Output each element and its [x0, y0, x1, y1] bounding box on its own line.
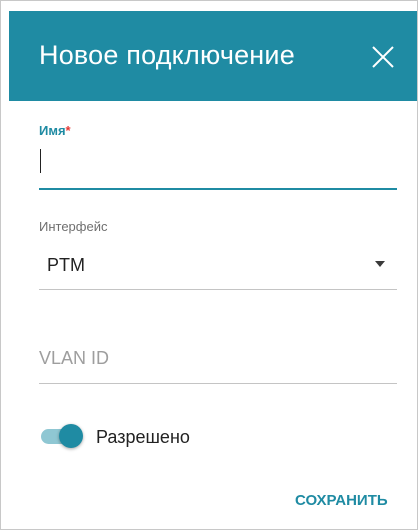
- name-input[interactable]: [39, 145, 397, 179]
- vlan-id-field: [39, 339, 397, 387]
- name-label-text: Имя: [39, 123, 66, 138]
- vlan-id-input[interactable]: [39, 341, 397, 375]
- close-button[interactable]: [365, 39, 401, 75]
- interface-select[interactable]: Интерфейс PTM: [39, 219, 397, 293]
- toggle-thumb: [59, 424, 83, 448]
- interface-underline: [39, 289, 397, 290]
- interface-selected-value: PTM: [47, 255, 85, 275]
- close-icon: [372, 46, 394, 68]
- save-button[interactable]: СОХРАНИТЬ: [295, 485, 415, 515]
- new-connection-dialog: Новое подключение Имя* Интерфейс PTM Раз…: [0, 0, 418, 530]
- name-field: Имя*: [39, 123, 397, 195]
- caret-down-icon: [375, 261, 385, 267]
- vlan-id-underline: [39, 383, 397, 384]
- interface-label: Интерфейс: [39, 219, 108, 234]
- enabled-toggle[interactable]: [39, 421, 83, 453]
- enabled-label: Разрешено: [96, 427, 190, 447]
- name-field-label: Имя*: [39, 123, 397, 138]
- dialog-header: Новое подключение: [9, 11, 417, 101]
- dialog-title: Новое подключение: [39, 40, 295, 70]
- name-input-underline: [39, 188, 397, 190]
- text-cursor: [40, 149, 41, 173]
- required-mark: *: [65, 123, 71, 138]
